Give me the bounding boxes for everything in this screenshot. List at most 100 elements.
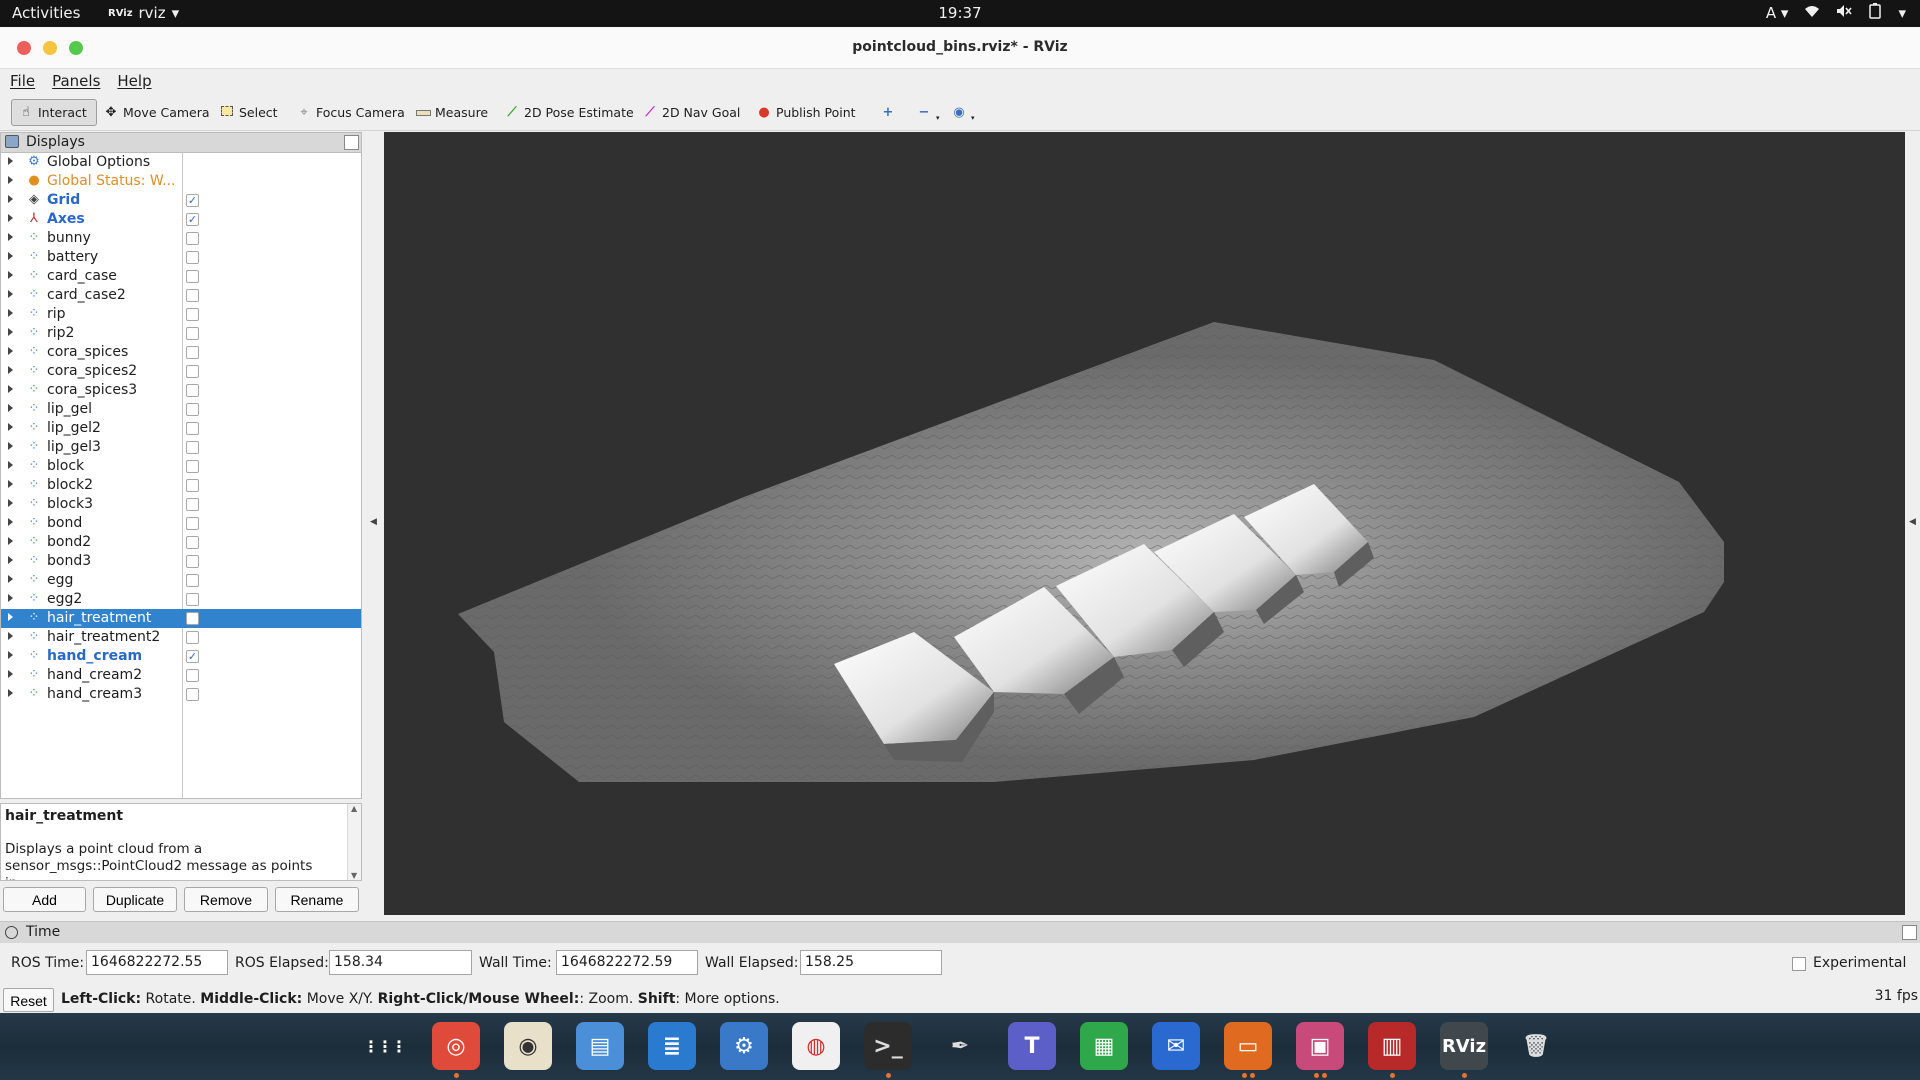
displays-tree[interactable]: ⚙ Global Options ● Global Status: W... ◈ Grid… [1,153,361,798]
interact-tool[interactable]: ☝ Interact [11,99,97,126]
expand-arrow-icon[interactable] [8,252,13,260]
thunderbird-icon[interactable]: ✉ [1152,1022,1200,1070]
expand-arrow-icon[interactable] [8,594,13,602]
impress-icon[interactable]: ▭ [1224,1022,1272,1070]
remove-display-button[interactable]: Remove [184,887,268,912]
writer-icon[interactable]: ≣ [648,1022,696,1070]
display-row[interactable]: ⁘ egg2 [1,590,361,609]
display-row[interactable]: ⁘ lip_gel [1,400,361,419]
expand-arrow-icon[interactable] [8,157,13,165]
expand-arrow-icon[interactable] [8,233,13,241]
display-row[interactable]: ⁘ lip_gel2 [1,419,361,438]
display-row[interactable]: ⁘ card_case [1,267,361,286]
display-enabled-checkbox[interactable]: ✓ [186,650,199,663]
move-camera-tool[interactable]: ✥ Move Camera [97,99,216,126]
select-tool[interactable]: Select [213,99,284,126]
expand-arrow-icon[interactable] [8,176,13,184]
trash-icon[interactable]: 🗑 [1512,1022,1560,1070]
display-row[interactable]: ⁘ rip2 [1,324,361,343]
display-row[interactable]: ⁘ block2 [1,476,361,495]
rhythmbox-icon[interactable]: ◉ [504,1022,552,1070]
expand-arrow-icon[interactable] [8,537,13,545]
display-row[interactable]: ⁘ bond2 [1,533,361,552]
focus-camera-tool[interactable]: ⌖ Focus Camera [290,99,411,126]
expand-arrow-icon[interactable] [8,347,13,355]
display-enabled-checkbox[interactable] [186,479,199,492]
display-enabled-checkbox[interactable] [186,498,199,511]
pose-estimate-tool[interactable]: ⟋ 2D Pose Estimate [498,99,640,126]
system-tray[interactable]: A ▾ ▾ [1766,3,1906,23]
ros-time-field[interactable]: 1646822272.55 [86,950,228,975]
rviz-icon[interactable]: RViz [1440,1022,1488,1070]
add-display-button[interactable]: Add [3,887,86,912]
display-enabled-checkbox[interactable] [186,422,199,435]
display-row[interactable]: ⁘ battery [1,248,361,267]
display-row[interactable]: ⁘ hair_treatment2 [1,628,361,647]
display-enabled-checkbox[interactable] [186,308,199,321]
system-menu-chevron-icon[interactable]: ▾ [1898,4,1906,22]
expand-arrow-icon[interactable] [8,575,13,583]
display-row[interactable]: ⁘ block3 [1,495,361,514]
duplicate-display-button[interactable]: Duplicate [93,887,177,912]
publish-point-tool[interactable]: ● Publish Point [750,99,862,126]
display-enabled-checkbox[interactable] [186,460,199,473]
expand-arrow-icon[interactable] [8,290,13,298]
display-row[interactable]: ⚙ Global Options [1,153,361,172]
experimental-checkbox[interactable] [1792,957,1806,971]
remove-tool-button[interactable]: − ▾ [910,99,946,126]
menu-panels[interactable]: Panels [52,69,107,94]
display-row[interactable]: ⅄ Axes ✓ [1,210,361,229]
display-enabled-checkbox[interactable]: ✓ [186,213,199,226]
display-row[interactable]: ⁘ bunny [1,229,361,248]
display-row[interactable]: ⁘ lip_gel3 [1,438,361,457]
display-row[interactable]: ⁘ cora_spices3 [1,381,361,400]
expand-arrow-icon[interactable] [8,670,13,678]
display-row[interactable]: ⁘ bond3 [1,552,361,571]
settings-icon[interactable]: ⚙ [720,1022,768,1070]
clock[interactable]: 19:37 [0,4,1920,22]
display-enabled-checkbox[interactable] [186,232,199,245]
expand-arrow-icon[interactable] [8,214,13,222]
display-row[interactable]: ⁘ cora_spices2 [1,362,361,381]
display-row[interactable]: ⁘ hand_cream2 [1,666,361,685]
display-row[interactable]: ⁘ egg [1,571,361,590]
expand-arrow-icon[interactable] [8,385,13,393]
wall-time-field[interactable]: 1646822272.59 [556,950,698,975]
display-enabled-checkbox[interactable] [186,631,199,644]
display-enabled-checkbox[interactable] [186,574,199,587]
expand-arrow-icon[interactable] [8,271,13,279]
menu-help[interactable]: Help [117,69,158,94]
expand-arrow-icon[interactable] [8,404,13,412]
menu-file[interactable]: File [10,69,42,94]
tool-properties-button[interactable]: ◉ ▾ [945,99,981,126]
files-icon[interactable]: ▤ [576,1022,624,1070]
calc-icon[interactable]: ▦ [1080,1022,1128,1070]
display-enabled-checkbox[interactable] [186,346,199,359]
display-row[interactable]: ⁘ block [1,457,361,476]
nav-goal-tool[interactable]: ⟋ 2D Nav Goal [636,99,746,126]
shotwell-icon[interactable]: ▣ [1296,1022,1344,1070]
display-row[interactable]: ⁘ hand_cream ✓ [1,647,361,666]
display-row[interactable]: ⁘ card_case2 [1,286,361,305]
display-enabled-checkbox[interactable] [186,270,199,283]
panel-undock-button[interactable] [344,135,359,150]
display-enabled-checkbox[interactable]: ✓ [186,194,199,207]
display-row[interactable]: ⁘ hand_cream3 [1,685,361,704]
expand-arrow-icon[interactable] [8,195,13,203]
expand-arrow-icon[interactable] [8,328,13,336]
display-enabled-checkbox[interactable] [186,441,199,454]
panel-undock-button[interactable] [1902,925,1917,940]
expand-arrow-icon[interactable] [8,366,13,374]
inkscape-icon[interactable]: ✒ [936,1022,984,1070]
display-row[interactable]: ⁘ cora_spices [1,343,361,362]
expand-arrow-icon[interactable] [8,442,13,450]
display-enabled-checkbox[interactable] [186,289,199,302]
input-method-indicator[interactable]: A ▾ [1766,4,1789,22]
reset-button[interactable]: Reset [3,988,54,1012]
expand-arrow-icon[interactable] [8,480,13,488]
app-grid-icon[interactable]: ⋮⋮⋮ [360,1022,408,1070]
chrome-icon[interactable]: ◎ [432,1022,480,1070]
expand-arrow-icon[interactable] [8,423,13,431]
display-row[interactable]: ⁘ bond [1,514,361,533]
description-scrollbar[interactable]: ▲ ▼ [347,804,361,880]
